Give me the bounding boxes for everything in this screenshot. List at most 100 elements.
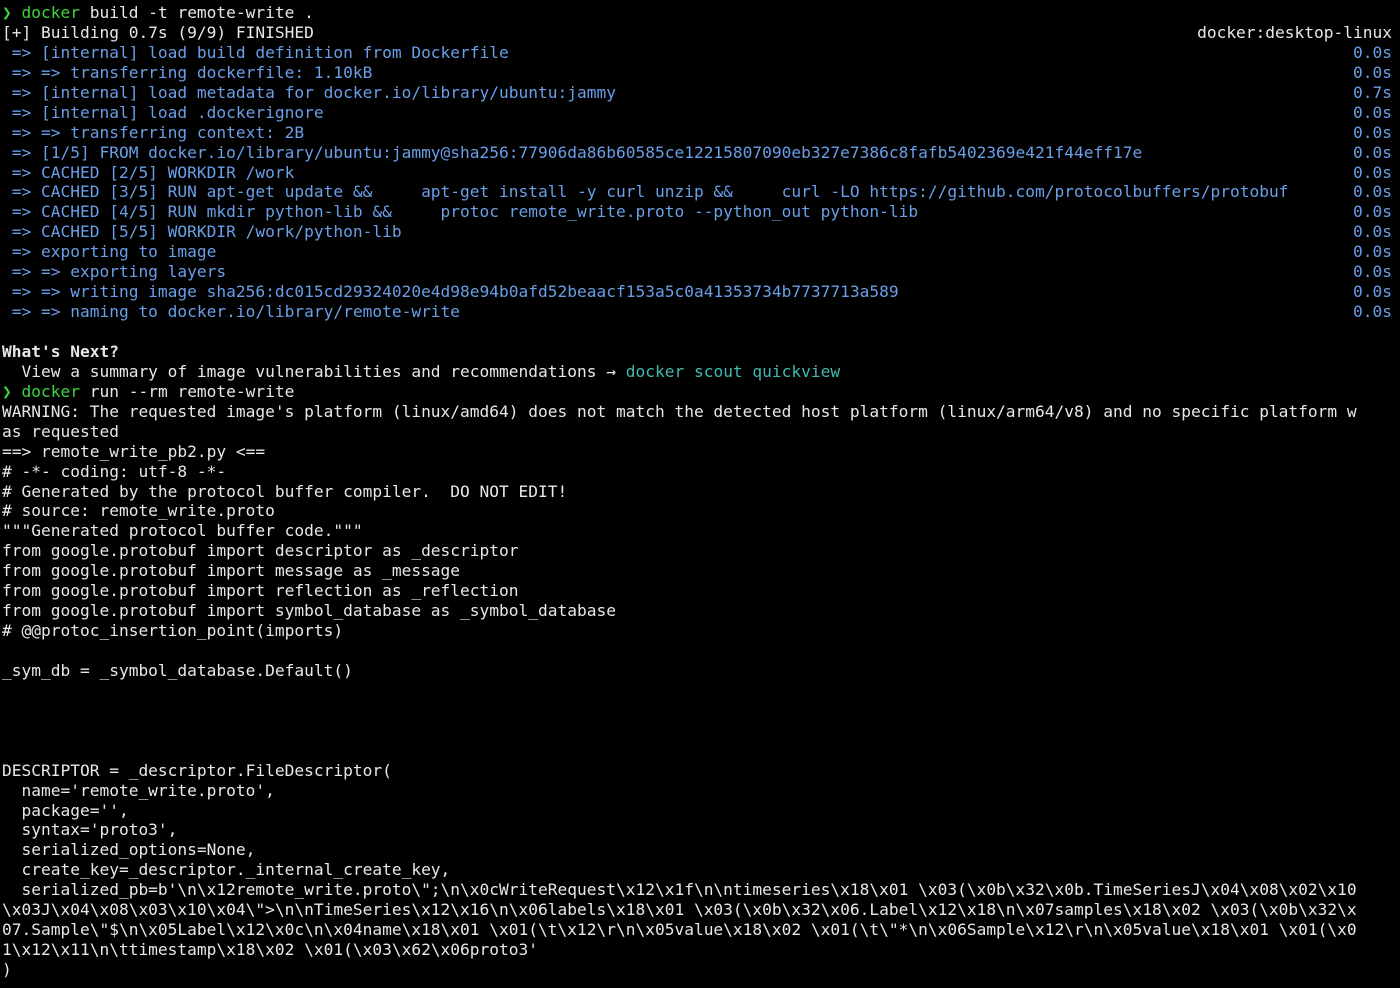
build-step-text: => CACHED [2/5] WORKDIR /work (2, 163, 294, 182)
build-step-text: => CACHED [4/5] RUN mkdir python-lib && … (2, 202, 918, 221)
python-source-line: """Generated protocol buffer code.""" (0, 521, 1400, 541)
python-source-text: # Generated by the protocol buffer compi… (2, 482, 567, 501)
serialized-pb-text: \x03J\x04\x08\x03\x10\x04\">\n\nTimeSeri… (2, 900, 1357, 919)
python-source-text: from google.protobuf import reflection a… (2, 581, 519, 600)
prompt-chevron-icon: ❯ (2, 3, 12, 22)
command-args-build: build -t remote-write . (90, 3, 314, 22)
build-step-time: 0.0s (1353, 123, 1392, 143)
build-step-text: => => exporting layers (2, 262, 226, 281)
build-step-text: => [internal] load .dockerignore (2, 103, 324, 122)
docker-scout-command-link[interactable]: docker scout quickview (626, 362, 840, 381)
python-source-line: from google.protobuf import reflection a… (0, 581, 1400, 601)
platform-warning-line-2: as requested (0, 422, 1400, 442)
python-source-text: from google.protobuf import symbol_datab… (2, 601, 616, 620)
serialized-pb-close-paren-text: ) (2, 960, 12, 979)
python-source-line: from google.protobuf import message as _… (0, 561, 1400, 581)
serialized-pb-text: 1\x12\x11\n\ttimestamp\x18\x02 \x01(\x03… (2, 940, 538, 959)
build-step-text: => => naming to docker.io/library/remote… (2, 302, 460, 321)
build-step-row: => [1/5] FROM docker.io/library/ubuntu:j… (0, 143, 1400, 163)
python-source-line: syntax='proto3', (0, 820, 1400, 840)
serialized-pb-text: serialized_pb=b'\n\x12remote_write.proto… (2, 880, 1357, 899)
serialized-pb-line: 07.Sample\"$\n\x05Label\x12\x0c\n\x04nam… (0, 920, 1400, 940)
build-status-line: [+] Building 0.7s (9/9) FINISHED docker:d… (0, 23, 1400, 43)
build-step-time: 0.0s (1353, 202, 1392, 222)
build-status-text: [+] Building 0.7s (9/9) FINISHED (2, 23, 314, 42)
platform-warning-text-1: WARNING: The requested image's platform … (2, 402, 1357, 421)
build-step-row: => CACHED [2/5] WORKDIR /work0.0s (0, 163, 1400, 183)
file-banner-text: ==> remote_write_pb2.py <== (2, 442, 265, 461)
terminal-window[interactable]: ❯ docker build -t remote-write . [+] Bui… (0, 0, 1400, 988)
build-step-time: 0.0s (1353, 63, 1392, 83)
build-step-row: => => transferring dockerfile: 1.10kB 0.0… (0, 63, 1400, 83)
build-step-time: 0.0s (1353, 242, 1392, 262)
build-driver-label: docker:desktop-linux (1197, 23, 1392, 43)
build-step-time: 0.0s (1353, 182, 1392, 202)
python-source-line: DESCRIPTOR = _descriptor.FileDescriptor( (0, 761, 1400, 781)
python-source-text: # -*- coding: utf-8 -*- (2, 462, 226, 481)
python-source-text: syntax='proto3', (2, 820, 177, 839)
build-step-row: => => exporting layers 0.0s (0, 262, 1400, 282)
build-step-time: 0.7s (1353, 83, 1392, 103)
build-step-time: 0.0s (1353, 43, 1392, 63)
file-banner-line: ==> remote_write_pb2.py <== (0, 442, 1400, 462)
python-source-text: create_key=_descriptor._internal_create_… (2, 860, 450, 879)
python-source-line: from google.protobuf import descriptor a… (0, 541, 1400, 561)
python-source-line (0, 681, 1400, 701)
python-source-text: from google.protobuf import descriptor a… (2, 541, 519, 560)
build-step-text: => exporting to image (2, 242, 216, 261)
build-step-text: => => writing image sha256:dc015cd293240… (2, 282, 899, 301)
build-step-row: => CACHED [4/5] RUN mkdir python-lib && … (0, 202, 1400, 222)
python-source-line: package='', (0, 801, 1400, 821)
build-step-text: => CACHED [5/5] WORKDIR /work/python-lib (2, 222, 402, 241)
build-step-row: => => naming to docker.io/library/remote… (0, 302, 1400, 322)
python-source-text: DESCRIPTOR = _descriptor.FileDescriptor( (2, 761, 392, 780)
python-source-text: package='', (2, 801, 129, 820)
build-step-row: => => transferring context: 2B 0.0s (0, 123, 1400, 143)
python-source-text: from google.protobuf import message as _… (2, 561, 460, 580)
python-source-text: serialized_options=None, (2, 840, 255, 859)
blank-line (0, 322, 1400, 342)
build-step-text: => => transferring dockerfile: 1.10kB (2, 63, 372, 82)
python-source-text: """Generated protocol buffer code.""" (2, 521, 363, 540)
build-step-time: 0.0s (1353, 103, 1392, 123)
command-name-docker-run: docker (22, 382, 80, 401)
serialized-pb-close-paren: ) (0, 960, 1400, 980)
serialized-pb-text: 07.Sample\"$\n\x05Label\x12\x0c\n\x04nam… (2, 920, 1357, 939)
python-source-line (0, 701, 1400, 721)
prompt-line-run: ❯ docker run --rm remote-write (0, 382, 1400, 402)
build-step-time: 0.0s (1353, 222, 1392, 242)
build-step-row: => CACHED [3/5] RUN apt-get update && ap… (0, 182, 1400, 202)
python-source-line (0, 641, 1400, 661)
whats-next-heading: What's Next? (0, 342, 1400, 362)
command-args-run: run --rm remote-write (90, 382, 295, 401)
python-source-line: # source: remote_write.proto (0, 501, 1400, 521)
build-step-row: => [internal] load metadata for docker.i… (0, 83, 1400, 103)
whats-next-suggestion-text: View a summary of image vulnerabilities … (2, 362, 626, 381)
build-step-row: => [internal] load .dockerignore 0.0s (0, 103, 1400, 123)
platform-warning-line-1: WARNING: The requested image's platform … (0, 402, 1400, 422)
build-step-row: => [internal] load build definition from… (0, 43, 1400, 63)
command-name-docker-build: docker (22, 3, 80, 22)
python-source-text: # source: remote_write.proto (2, 501, 275, 520)
build-step-time: 0.0s (1353, 282, 1392, 302)
whats-next-suggestion: View a summary of image vulnerabilities … (0, 362, 1400, 382)
python-source-line: serialized_options=None, (0, 840, 1400, 860)
python-source-line (0, 741, 1400, 761)
build-step-row: => CACHED [5/5] WORKDIR /work/python-lib… (0, 222, 1400, 242)
python-source-text: name='remote_write.proto', (2, 781, 275, 800)
build-step-row: => => writing image sha256:dc015cd293240… (0, 282, 1400, 302)
build-step-text: => [internal] load build definition from… (2, 43, 509, 62)
python-source-line: # Generated by the protocol buffer compi… (0, 482, 1400, 502)
terminal-screen: ❯ docker build -t remote-write . [+] Bui… (0, 3, 1400, 980)
build-step-time: 0.0s (1353, 143, 1392, 163)
python-source-text: _sym_db = _symbol_database.Default() (2, 661, 353, 680)
build-step-text: => [1/5] FROM docker.io/library/ubuntu:j… (2, 143, 1142, 162)
build-step-text: => [internal] load metadata for docker.i… (2, 83, 616, 102)
python-source-line: from google.protobuf import symbol_datab… (0, 601, 1400, 621)
serialized-pb-line: serialized_pb=b'\n\x12remote_write.proto… (0, 880, 1400, 900)
serialized-pb-line: 1\x12\x11\n\ttimestamp\x18\x02 \x01(\x03… (0, 940, 1400, 960)
build-step-text: => => transferring context: 2B (2, 123, 304, 142)
python-source-line: # @@protoc_insertion_point(imports) (0, 621, 1400, 641)
build-step-time: 0.0s (1353, 262, 1392, 282)
python-source-text: # @@protoc_insertion_point(imports) (2, 621, 343, 640)
